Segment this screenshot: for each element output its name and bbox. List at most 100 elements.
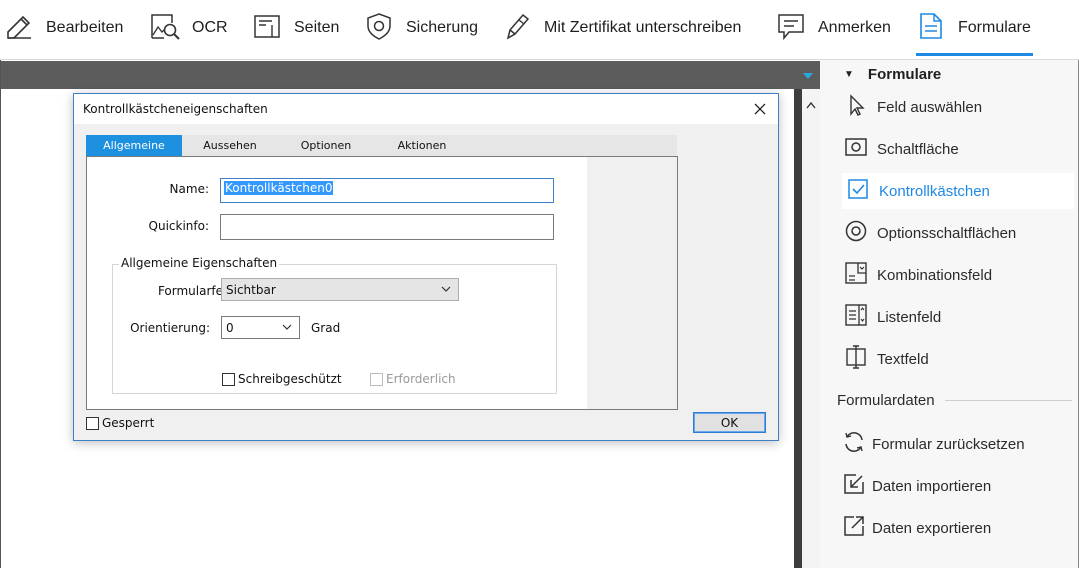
forms-side-panel: ▼ Formulare Feld auswählen Schaltfläche … [820,60,1079,568]
required-label: Erforderlich [386,372,456,386]
panel-item-checkbox[interactable]: Kontrollkästchen [842,173,1074,209]
ocr-scan-icon [150,11,180,46]
panel-side-area [587,157,677,409]
panel-item-label: Optionsschaltflächen [877,224,1017,242]
toolbar-sign-label: Mit Zertifikat unterschreiben [544,19,742,36]
pages-icon [252,11,282,46]
checkbox-box [86,416,99,430]
radio-button-icon [844,219,868,248]
panel-item-label: Textfeld [877,350,929,368]
toolbar-ocr-button[interactable]: OCR [150,0,228,56]
panel-item-label: Kombinationsfeld [877,266,993,284]
panel-collapse-arrow-icon[interactable] [803,73,813,79]
toolbar-pages-button[interactable]: Seiten [252,0,339,56]
toolbar-pages-label: Seiten [294,19,340,36]
name-field-value: Kontrollkästchen0 [224,181,334,195]
toolbar-edit-button[interactable]: Bearbeiten [4,0,123,56]
toolbar-sign-certificate-button[interactable]: Mit Zertifikat unterschreiben [502,0,741,56]
orientation-label: Orientierung: [130,321,210,335]
group-title: Allgemeine Eigenschaften [119,256,280,270]
export-icon [842,514,866,543]
main-toolbar: Bearbeiten OCR Seiten Sicherung Mit Zert… [0,0,1079,60]
forms-panel-header[interactable]: ▼ Formulare [844,63,941,85]
panel-item-text-field[interactable]: Textfeld [844,341,1074,377]
dialog-tabs: Allgemeine Aussehen Optionen Aktionen [86,135,677,156]
panel-item-label: Daten exportieren [872,519,992,537]
panel-item-export-data[interactable]: Daten exportieren [842,510,1072,546]
vertical-scrollbar[interactable] [794,89,802,568]
checkbox-field-icon [846,177,870,206]
readonly-label: Schreibgeschützt [238,372,342,386]
checkbox-properties-dialog: Kontrollkästcheneigenschaften Allgemeine… [73,93,779,441]
general-properties-group: Allgemeine Eigenschaften Formularfeld: S… [112,256,557,394]
tab-actions[interactable]: Aktionen [374,135,470,156]
dialog-title-bar[interactable]: Kontrollkästcheneigenschaften [74,94,778,124]
panel-item-label: Listenfeld [877,308,942,326]
toolbar-security-button[interactable]: Sicherung [364,0,478,56]
panel-item-select-field[interactable]: Feld auswählen [844,89,1074,125]
comment-icon [776,11,806,46]
toolbar-annotate-button[interactable]: Anmerken [776,0,891,56]
chevron-down-icon [441,286,451,292]
form-field-value: Sichtbar [226,282,276,297]
form-document-icon [916,11,946,46]
checkbox-box [370,372,383,386]
tab-options[interactable]: Optionen [278,135,374,156]
required-checkbox: Erforderlich [370,372,456,386]
tooltip-label: Quickinfo: [148,219,209,233]
readonly-checkbox[interactable]: Schreibgeschützt [222,372,342,386]
toolbar-forms-button[interactable]: Formulare [916,0,1031,56]
form-data-section-label: Formulardaten [837,392,935,409]
panel-item-label: Kontrollkästchen [879,182,990,200]
panel-item-label: Daten importieren [872,477,992,495]
tooltip-field[interactable] [220,214,554,240]
toolbar-security-label: Sicherung [406,19,479,36]
reset-icon [842,430,866,459]
orientation-unit: Grad [311,321,341,335]
chevron-down-icon [282,324,292,330]
close-icon[interactable] [750,99,770,119]
panel-item-list-box[interactable]: Listenfeld [844,299,1074,335]
import-icon [842,472,866,501]
cursor-arrow-icon [844,93,868,122]
panel-item-combo-box[interactable]: Kombinationsfeld [844,257,1074,293]
pen-sign-icon [502,11,532,46]
panel-item-label: Feld auswählen [877,98,983,116]
forms-panel-title: Formulare [867,65,942,83]
panel-item-button[interactable]: Schaltfläche [844,131,1074,167]
scroll-up-chevron-icon[interactable] [806,100,816,112]
shield-icon [364,11,394,46]
tab-general[interactable]: Allgemeine [86,135,182,156]
toolbar-annotate-label: Anmerken [818,19,891,36]
general-tab-panel: Name: Kontrollkästchen0 Quickinfo: Allge… [86,156,678,410]
collapse-caret-icon: ▼ [844,68,854,80]
locked-label: Gesperrt [102,416,155,430]
active-tab-indicator [916,53,1033,56]
combo-box-icon [844,261,868,290]
tab-appearance[interactable]: Aussehen [182,135,278,156]
name-field[interactable]: Kontrollkästchen0 [220,178,554,203]
panel-item-radio-buttons[interactable]: Optionsschaltflächen [844,215,1074,251]
pencil-icon [4,11,34,46]
panel-item-label: Formular zurücksetzen [872,435,1025,453]
toolbar-edit-label: Bearbeiten [46,19,124,36]
panel-item-label: Schaltfläche [877,140,959,158]
section-divider [944,400,1072,401]
button-field-icon [844,135,868,164]
text-field-icon [844,344,868,374]
orientation-select[interactable]: 0 [221,316,300,339]
panel-item-reset-form[interactable]: Formular zurücksetzen [842,426,1072,462]
toolbar-ocr-label: OCR [192,19,228,36]
dialog-title: Kontrollkästcheneigenschaften [83,102,268,116]
orientation-value: 0 [226,320,234,335]
name-label: Name: [169,182,209,196]
checkbox-box [222,372,235,386]
ok-button[interactable]: OK [693,412,766,433]
form-field-select[interactable]: Sichtbar [221,278,459,301]
list-box-icon [844,303,868,332]
panel-item-import-data[interactable]: Daten importieren [842,468,1072,504]
scrollbar-gutter [802,89,820,568]
document-header-bar [1,61,820,89]
toolbar-forms-label: Formulare [958,19,1031,36]
locked-checkbox[interactable]: Gesperrt [86,416,154,430]
